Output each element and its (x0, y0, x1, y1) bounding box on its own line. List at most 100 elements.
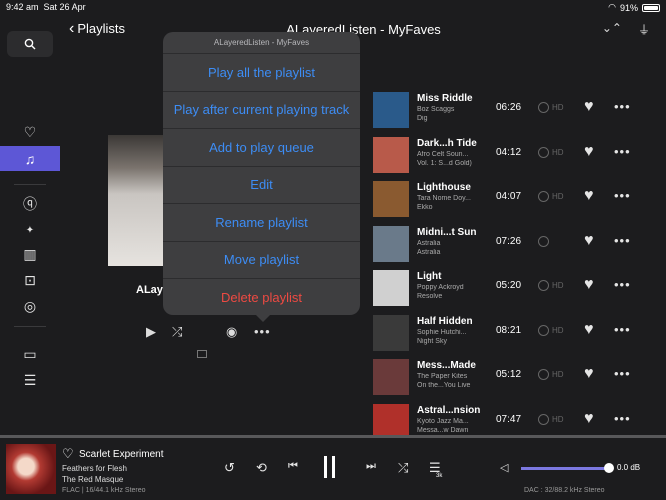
menu-item-delete[interactable]: Delete playlist (163, 279, 360, 315)
track-artist: Poppy Ackroyd (417, 284, 464, 291)
quality-label: HD (552, 281, 564, 290)
quality-label: HD (552, 325, 564, 335)
cd-icon (538, 280, 549, 291)
heart-icon[interactable]: ♥ (584, 143, 594, 161)
menu-item-move[interactable]: Move playlist (163, 242, 360, 279)
more-options-icon[interactable]: ••• (614, 366, 631, 381)
heart-icon[interactable]: ♥ (584, 276, 594, 294)
previous-icon[interactable]: ⏮ (288, 460, 298, 473)
sidebar-divider (14, 184, 46, 185)
quality-badge: HD (538, 369, 564, 380)
speaker-icon[interactable]: ◁ (500, 461, 508, 474)
now-playing-format: FLAC | 16/44.1 kHz Stereo (62, 487, 146, 494)
track-album: On the...You Live (417, 382, 471, 389)
playlist-action-menu: ALayeredListen - MyFaves Play all the pl… (163, 32, 360, 315)
replay-icon[interactable]: ↺ (224, 460, 235, 476)
track-artist: Astralia (417, 239, 441, 247)
menu-arrow (255, 314, 271, 322)
now-playing-artist: The Red Masque (62, 475, 124, 484)
more-options-icon[interactable]: ••• (614, 411, 631, 426)
track-album: Messa...w Dawn (417, 426, 469, 434)
status-time: 9:42 am Sat 26 Apr (6, 2, 86, 12)
track-row[interactable]: Half Hidden Sophie Hutchi... Night Sky 08:2… (372, 313, 666, 357)
track-row[interactable]: Midni...t Sun Astralia Astralia 07:26 ♥ ••• (372, 224, 666, 268)
track-artist: Afro Celt Soun... (417, 150, 469, 158)
dac-info: DAC : 32/88.2 kHz Stereo (524, 487, 605, 494)
track-row[interactable]: Dark...h Tide Afro Celt Soun... Vol. 1: S.… (372, 135, 666, 179)
more-options-icon[interactable]: ••• (614, 188, 631, 203)
track-art (373, 225, 409, 262)
tidal-icon[interactable]: ✦ (18, 220, 42, 240)
track-row[interactable]: Light Poppy Ackroyd Resolve 05:20 HD ♥ ••• (372, 268, 666, 312)
menu-item-add-queue[interactable]: Add to play queue (163, 129, 360, 167)
cd-icon (538, 413, 549, 425)
favorites-heart-icon[interactable]: ♡ (18, 122, 42, 142)
volume-slider[interactable] (521, 467, 609, 470)
menu-heading: ALayeredListen - MyFaves (163, 32, 360, 54)
more-options-icon[interactable]: ••• (614, 322, 631, 337)
track-row[interactable]: Mess...Made The Paper Kites On the...You L… (372, 357, 666, 401)
eye-icon[interactable]: ◉ (226, 324, 237, 340)
next-icon[interactable]: ⏭ (366, 460, 376, 473)
track-album: Night Sky (417, 337, 447, 345)
more-options-icon[interactable]: ••• (614, 233, 631, 248)
qobuz-icon[interactable]: ⓠ (18, 194, 42, 214)
more-options-icon[interactable]: ••• (614, 144, 631, 159)
track-album: Vol. 1: S...d Gold) (417, 159, 472, 167)
more-options-icon[interactable]: ••• (254, 324, 271, 339)
track-title: Light (417, 271, 442, 282)
pause-button[interactable] (324, 456, 335, 478)
status-bar: 9:42 am Sat 26 Apr ◠ 91% (0, 0, 666, 14)
page-title: ALayeredListen - MyFaves (286, 22, 441, 37)
heart-icon[interactable]: ♥ (584, 98, 594, 116)
track-row[interactable]: Lighthouse Tara Nome Doy... Ekko 04:07 HD ♥ ••… (372, 179, 666, 223)
track-art (373, 270, 409, 306)
track-duration: 04:12 (496, 146, 522, 158)
track-title: Midni...t Sun (417, 226, 477, 238)
shuffle-icon[interactable]: ⤮ (398, 460, 408, 476)
quality-badge: HD (538, 413, 564, 425)
track-album: Dig (417, 115, 428, 122)
now-playing-album: Feathers for Flesh (62, 464, 127, 473)
filter-icon[interactable]: ⏚ (638, 21, 650, 38)
cd-icon (538, 191, 549, 202)
shuffle-icon[interactable]: ⤮ (172, 324, 182, 340)
quality-label: HD (552, 147, 564, 157)
heart-icon[interactable]: ♥ (584, 321, 594, 339)
quality-badge: HD (538, 324, 564, 336)
now-playing-art[interactable] (6, 444, 56, 494)
sort-icon[interactable]: ⌄⌃ (602, 21, 622, 38)
podcast-icon[interactable]: ◎ (18, 296, 42, 316)
track-artist: Tara Nome Doy... (417, 195, 471, 202)
cd-icon (538, 235, 549, 247)
menu-item-edit[interactable]: Edit (163, 167, 360, 204)
menu-item-rename[interactable]: Rename playlist (163, 204, 360, 242)
quality-badge: HD (538, 146, 564, 158)
menu-item-play-all[interactable]: Play all the playlist (163, 54, 360, 92)
track-artist: Sophie Hutchi... (417, 328, 467, 336)
quality-badge: HD (538, 191, 564, 202)
track-row[interactable]: Miss Riddle Boz Scaggs Dig 06:26 HD ♥ ••• (372, 90, 666, 134)
play-icon[interactable]: ▶ (146, 324, 156, 340)
battery-percent: 91% (619, 2, 638, 13)
quality-badge: HD (538, 280, 564, 291)
volume-thumb[interactable] (604, 463, 614, 473)
more-options-icon[interactable]: ••• (614, 99, 631, 114)
radio-icon[interactable]: ⊡ (18, 270, 42, 290)
track-artist: The Paper Kites (417, 373, 468, 380)
heart-icon[interactable]: ♥ (584, 187, 594, 205)
heart-icon[interactable]: ♥ (584, 410, 594, 428)
more-options-icon[interactable]: ••• (614, 277, 631, 292)
playlists-icon[interactable]: ♫ (0, 146, 60, 171)
repeat-icon[interactable]: ⟲ (256, 460, 267, 476)
heart-icon[interactable]: ♥ (584, 365, 594, 383)
menu-item-play-next[interactable]: Play after current playing track (163, 92, 360, 129)
track-art (373, 181, 409, 217)
heart-icon[interactable]: ♡ (62, 446, 74, 462)
quality-badge (538, 235, 552, 247)
library-icon[interactable]: ▥ (18, 244, 42, 264)
heart-icon[interactable]: ♥ (584, 232, 594, 250)
settings-sliders-icon[interactable]: ☰ (18, 370, 42, 390)
search-button[interactable] (7, 31, 53, 57)
display-icon[interactable]: ▭ (18, 344, 42, 364)
